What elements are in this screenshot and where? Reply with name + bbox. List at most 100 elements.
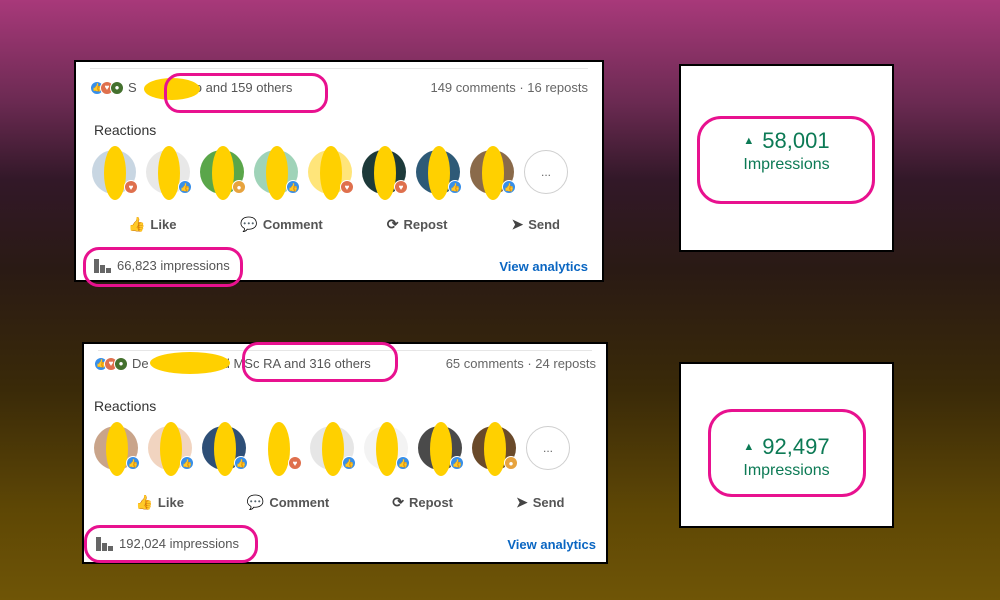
view-analytics-link[interactable]: View analytics: [507, 537, 596, 552]
avatar-redaction: [104, 146, 126, 200]
avatar[interactable]: 👍: [94, 422, 140, 476]
like-button[interactable]: 👍 Like: [128, 216, 176, 233]
avatar-redaction: [484, 422, 506, 476]
avatar[interactable]: ●: [200, 146, 246, 200]
comments-reposts-count[interactable]: 65 comments · 24 reposts: [446, 356, 596, 371]
avatar[interactable]: 👍: [254, 146, 300, 200]
send-button[interactable]: ➤ Send: [511, 216, 560, 233]
reactions-heading: Reactions: [94, 122, 157, 138]
comment-icon: 💬: [240, 216, 258, 232]
avatar-redaction: [106, 422, 128, 476]
post-actions: 👍 Like 💬 Comment ⟳ Repost ➤ Send: [104, 494, 596, 511]
bar-chart-icon: [94, 258, 111, 273]
comments-reposts-count[interactable]: 149 comments · 16 reposts: [430, 80, 588, 95]
avatar[interactable]: 👍: [418, 422, 464, 476]
more-reactions-button[interactable]: ...: [526, 426, 570, 470]
avatar[interactable]: ♥: [362, 146, 408, 200]
repost-icon: ⟳: [392, 494, 404, 510]
support-reaction-icon: ●: [114, 356, 128, 371]
avatar[interactable]: 👍: [416, 146, 462, 200]
avatar-redaction: [158, 146, 180, 200]
comment-icon: 💬: [246, 494, 265, 510]
repost-button[interactable]: ⟳ Repost: [392, 494, 453, 511]
reactors-count[interactable]: ejo and 159 others: [185, 80, 293, 95]
impressions-count: 66,823 impressions: [117, 258, 230, 273]
stat-label: Impressions: [743, 156, 830, 173]
comment-label: Comment: [262, 217, 323, 232]
avatar[interactable]: 👍: [364, 422, 410, 476]
repost-button[interactable]: ⟳ Repost: [387, 216, 448, 233]
insightful-reaction-icon: ●: [232, 180, 246, 194]
repost-icon: ⟳: [386, 216, 399, 232]
love-reaction-icon: ♥: [124, 180, 138, 194]
reactors-count[interactable]: d MSc RA and 316 others: [223, 356, 371, 371]
avatar[interactable]: 👍: [148, 422, 194, 476]
avatar-redaction: [482, 146, 504, 200]
reactors-name[interactable]: S: [128, 80, 137, 95]
reaction-icons: 👍 ♥ ●: [94, 356, 128, 371]
comment-button[interactable]: 💬 Comment: [247, 494, 329, 511]
like-reaction-icon: 👍: [126, 456, 140, 470]
stat-label: Impressions: [743, 462, 830, 479]
avatar[interactable]: 👍: [202, 422, 248, 476]
avatar-redaction: [322, 422, 344, 476]
avatar-redaction: [212, 146, 234, 200]
impressions-count: 192,024 impressions: [119, 536, 239, 551]
more-reactions-button[interactable]: ...: [524, 150, 568, 194]
impressions-row[interactable]: 66,823 impressions: [94, 258, 230, 273]
avatar[interactable]: 👍: [470, 146, 516, 200]
post-card-2: 👍 ♥ ● De d MSc RA and 316 others 65 comm…: [82, 342, 608, 564]
reaction-icons: 👍 ♥ ●: [90, 80, 124, 95]
view-analytics-link[interactable]: View analytics: [499, 259, 588, 274]
trend-up-icon: ▲: [743, 135, 755, 147]
like-button[interactable]: 👍 Like: [135, 494, 183, 511]
reactors-name[interactable]: De: [132, 356, 149, 371]
avatar-redaction: [428, 146, 450, 200]
avatar[interactable]: ♥: [308, 146, 354, 200]
impressions-stat-card-2: ▲ 92,497 Impressions: [679, 362, 894, 528]
post-card-1: 👍 ♥ ● S ejo and 159 others 149 comments …: [74, 60, 604, 282]
like-reaction-icon: 👍: [502, 180, 516, 194]
like-reaction-icon: 👍: [450, 456, 464, 470]
like-reaction-icon: 👍: [234, 456, 248, 470]
comment-label: Comment: [269, 495, 330, 510]
send-button[interactable]: ➤ Send: [516, 494, 565, 511]
love-reaction-icon: ♥: [288, 456, 302, 470]
stat-value: 92,497: [762, 434, 830, 459]
avatar[interactable]: 👍: [146, 146, 192, 200]
avatar-redaction: [268, 422, 290, 476]
send-label: Send: [528, 217, 560, 232]
avatar[interactable]: ♥: [92, 146, 138, 200]
redaction-mark: [144, 78, 200, 100]
like-reaction-icon: 👍: [180, 456, 194, 470]
love-reaction-icon: ♥: [340, 180, 354, 194]
repost-label: Repost: [408, 495, 454, 510]
bar-chart-icon: [96, 536, 113, 551]
avatar-redaction: [320, 146, 342, 200]
thumbs-up-icon: 👍: [127, 216, 146, 232]
like-reaction-icon: 👍: [178, 180, 192, 194]
avatar-redaction: [160, 422, 182, 476]
redaction-mark: [150, 352, 230, 374]
like-reaction-icon: 👍: [342, 456, 356, 470]
avatar-redaction: [214, 422, 236, 476]
like-reaction-icon: 👍: [448, 180, 462, 194]
avatar-redaction: [376, 422, 398, 476]
send-icon: ➤: [515, 494, 528, 510]
avatar[interactable]: 👍: [310, 422, 356, 476]
stat-content: ▲ 92,497 Impressions: [681, 434, 892, 480]
stat-value: 58,001: [762, 128, 830, 153]
avatar[interactable]: ●: [472, 422, 518, 476]
insightful-reaction-icon: ●: [504, 456, 518, 470]
divider: [90, 68, 588, 69]
like-reaction-icon: 👍: [286, 180, 300, 194]
avatar[interactable]: ♥: [256, 422, 302, 476]
like-label: Like: [150, 217, 177, 232]
avatar-redaction: [266, 146, 288, 200]
support-reaction-icon: ●: [110, 80, 124, 95]
love-reaction-icon: ♥: [394, 180, 408, 194]
stat-content: ▲ 58,001 Impressions: [681, 128, 892, 174]
comment-button[interactable]: 💬 Comment: [240, 216, 322, 233]
reactor-avatars: 👍 👍 👍 ♥ 👍 👍 👍 ● ...: [94, 422, 570, 476]
impressions-row[interactable]: 192,024 impressions: [96, 536, 239, 551]
